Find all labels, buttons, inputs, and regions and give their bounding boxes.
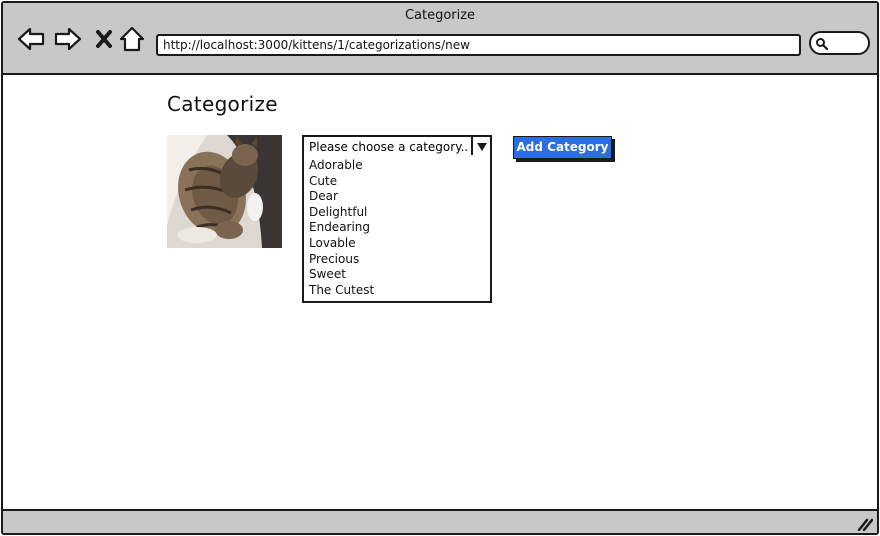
category-option-precious[interactable]: Precious (304, 252, 490, 268)
category-option-lovable[interactable]: Lovable (304, 236, 490, 252)
category-option-adorable[interactable]: Adorable (304, 158, 490, 174)
search-box[interactable] (809, 31, 870, 55)
category-options-list: Adorable Cute Dear Delightful Endearing … (302, 155, 492, 303)
category-option-delightful[interactable]: Delightful (304, 205, 490, 221)
browser-statusbar (3, 509, 877, 533)
category-option-endearing[interactable]: Endearing (304, 220, 490, 236)
resize-grip-icon[interactable] (855, 515, 874, 532)
cat-photo (167, 135, 282, 248)
category-option-sweet[interactable]: Sweet (304, 267, 490, 283)
category-option-cute[interactable]: Cute (304, 174, 490, 190)
back-arrow-icon[interactable] (16, 25, 46, 53)
add-category-button[interactable]: Add Category (513, 136, 612, 159)
close-x-icon[interactable] (89, 25, 119, 53)
forward-arrow-icon[interactable] (53, 25, 83, 53)
page-title: Categorize (167, 92, 278, 116)
dropdown-arrow-icon[interactable] (471, 137, 490, 157)
window-title: Categorize (404, 8, 476, 23)
category-option-dear[interactable]: Dear (304, 189, 490, 205)
category-option-the-cutest[interactable]: The Cutest (304, 283, 490, 299)
home-icon[interactable] (117, 25, 147, 53)
browser-titlebar: Categorize http://localhost:3000/kittens… (3, 3, 877, 75)
browser-window: Categorize http://localhost:3000/kittens… (1, 1, 879, 535)
page-content: Categorize Please choose a category... A… (3, 75, 877, 509)
address-bar[interactable]: http://localhost:3000/kittens/1/categori… (156, 34, 801, 56)
category-select-value: Please choose a category... (309, 140, 469, 154)
search-icon (816, 38, 829, 51)
